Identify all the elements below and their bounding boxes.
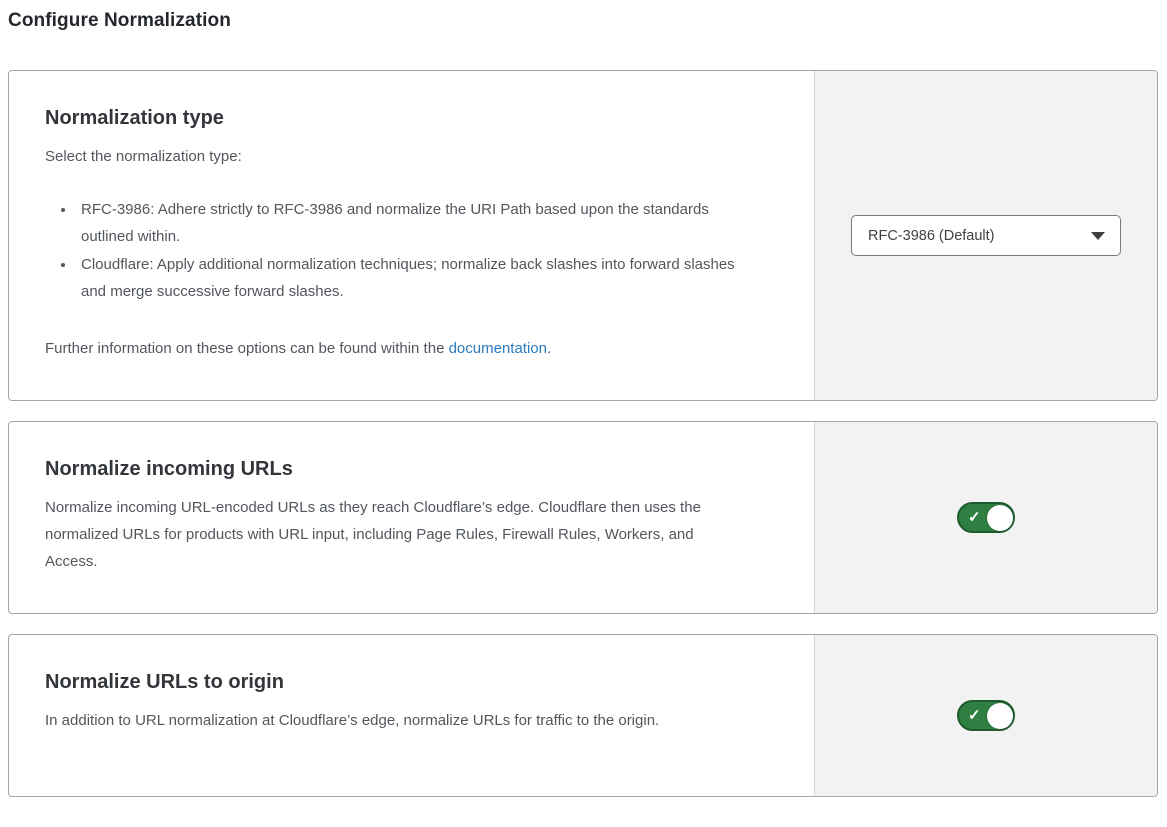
select-selected-value: RFC-3986 (Default) [868, 228, 995, 244]
card-normalize-urls-to-origin: Normalize URLs to origin In addition to … [8, 634, 1158, 797]
normalization-type-content: Normalization type Select the normalizat… [9, 71, 814, 400]
card-normalization-type: Normalization type Select the normalizat… [8, 70, 1158, 401]
normalize-incoming-urls-description: Normalize incoming URL-encoded URLs as t… [45, 494, 745, 575]
normalize-urls-to-origin-control-panel: ✓ [814, 635, 1157, 796]
normalize-incoming-urls-heading: Normalize incoming URLs [45, 458, 774, 481]
chevron-down-icon [1091, 232, 1105, 240]
normalization-type-options-list: RFC-3986: Adhere strictly to RFC-3986 an… [45, 196, 774, 305]
normalization-type-control-panel: RFC-3986 (Default) [814, 71, 1157, 400]
normalize-urls-to-origin-description: In addition to URL normalization at Clou… [45, 707, 745, 734]
normalization-type-heading: Normalization type [45, 107, 774, 130]
normalize-incoming-urls-content: Normalize incoming URLs Normalize incomi… [9, 422, 814, 613]
normalization-type-footer: Further information on these options can… [45, 335, 774, 362]
list-item: Cloudflare: Apply additional normalizati… [76, 251, 736, 305]
toggle-knob [987, 703, 1013, 729]
toggle-knob [987, 505, 1013, 531]
configure-normalization-page: Configure Normalization Normalization ty… [0, 0, 1167, 827]
normalize-urls-to-origin-content: Normalize URLs to origin In addition to … [9, 635, 814, 796]
footer-text-suffix: . [547, 340, 551, 357]
normalize-urls-to-origin-heading: Normalize URLs to origin [45, 671, 774, 694]
check-icon: ✓ [968, 708, 981, 723]
normalization-type-select[interactable]: RFC-3986 (Default) [851, 215, 1121, 256]
normalize-incoming-urls-toggle[interactable]: ✓ [957, 502, 1015, 533]
check-icon: ✓ [968, 510, 981, 525]
documentation-link[interactable]: documentation [449, 340, 547, 357]
normalization-type-intro: Select the normalization type: [45, 143, 774, 170]
normalize-urls-to-origin-toggle[interactable]: ✓ [957, 700, 1015, 731]
card-normalize-incoming-urls: Normalize incoming URLs Normalize incomi… [8, 421, 1158, 614]
footer-text-prefix: Further information on these options can… [45, 340, 449, 357]
normalize-incoming-urls-control-panel: ✓ [814, 422, 1157, 613]
page-title: Configure Normalization [8, 10, 1158, 32]
list-item: RFC-3986: Adhere strictly to RFC-3986 an… [76, 196, 736, 250]
